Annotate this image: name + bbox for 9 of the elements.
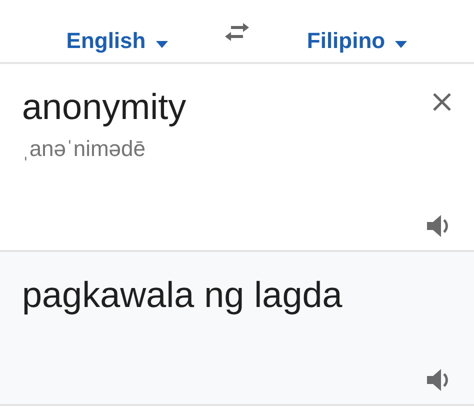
source-language-button[interactable]: English (66, 28, 168, 54)
caret-icon (395, 40, 408, 48)
swap-icon[interactable] (224, 22, 250, 42)
source-text: anonymity (22, 86, 186, 128)
translation-text: pagkawala ng lagda (22, 274, 344, 316)
close-icon[interactable] (432, 92, 452, 112)
pronunciation-text: ˌanəˈnimədē (22, 136, 147, 162)
caret-icon (156, 40, 168, 48)
target-language-button[interactable]: Filipino (306, 28, 408, 54)
